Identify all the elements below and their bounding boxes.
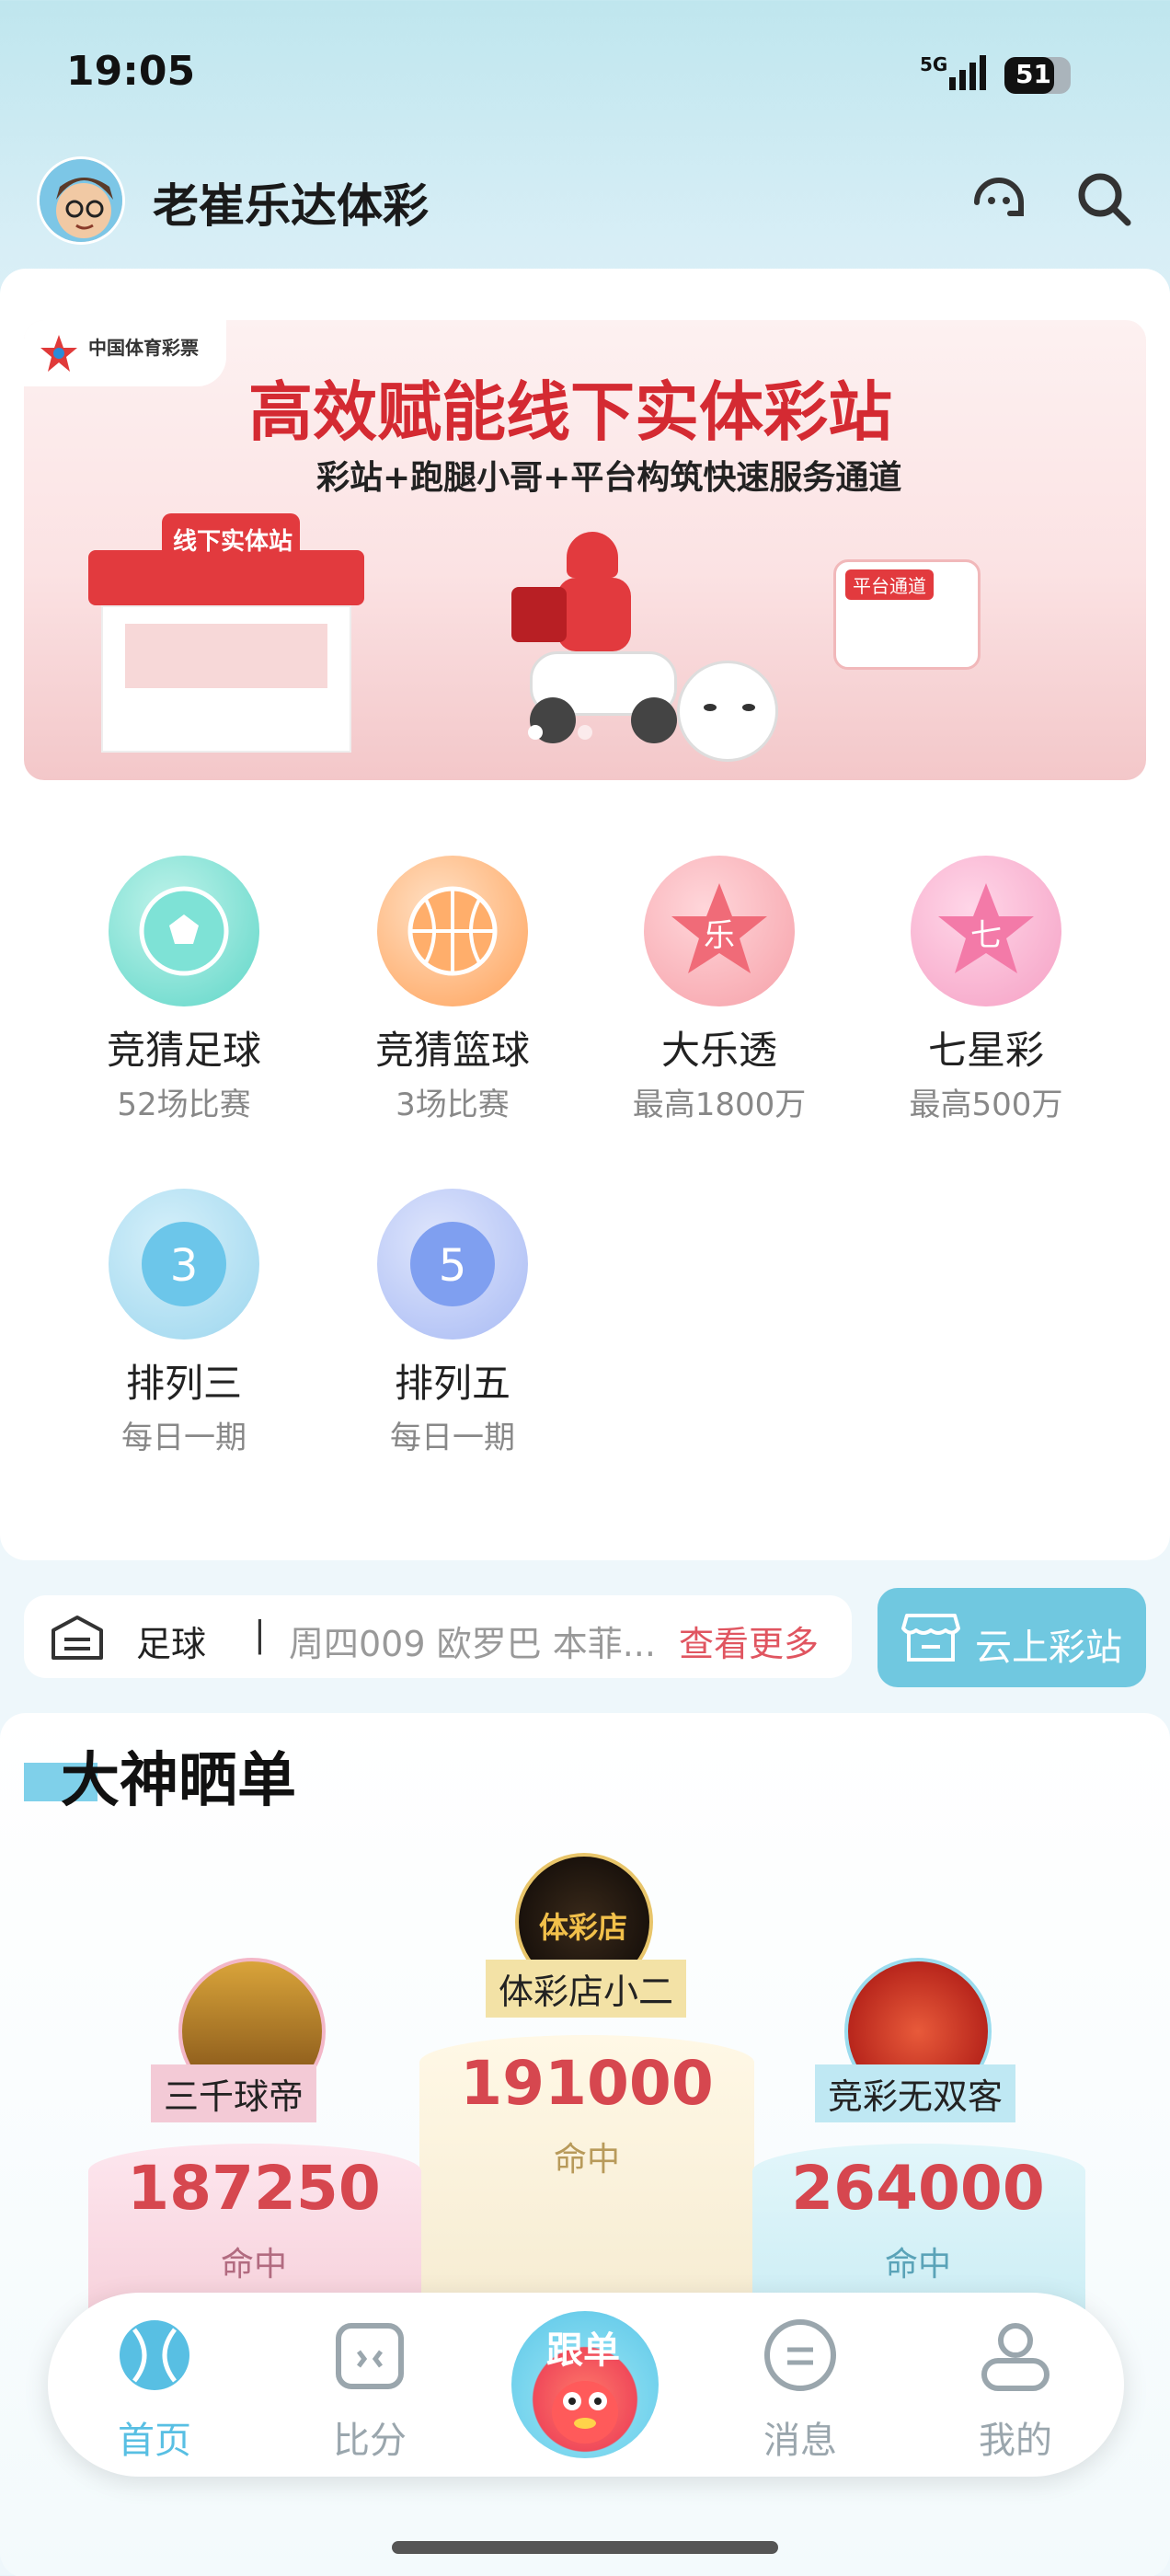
home-indicator[interactable] — [392, 2541, 778, 2554]
store-avatar[interactable] — [37, 156, 125, 245]
store-kiosk: 线下实体站 — [88, 513, 364, 753]
game-desc: 最高500万 — [909, 1087, 1063, 1123]
home-ball-icon — [120, 2320, 189, 2390]
customer-service-icon[interactable] — [966, 166, 1032, 232]
game-desc: 3场比赛 — [396, 1087, 510, 1123]
game-desc: 每日一期 — [121, 1420, 247, 1456]
battery-level: 51 — [1015, 59, 1051, 89]
message-icon — [764, 2319, 836, 2391]
winner-name: 竞彩无双客 — [815, 2064, 1016, 2122]
tab-label: 首页 — [118, 2420, 191, 2462]
follow-bet-button[interactable]: 跟单 — [511, 2311, 659, 2458]
status-time: 19:05 — [66, 48, 196, 95]
platform-sign: 平台通道 — [845, 569, 934, 600]
notice-category: 足球 — [136, 1624, 207, 1664]
game-super-lotto[interactable]: 乐 大乐透 最高1800万 — [609, 856, 830, 1124]
tab-label: 我的 — [979, 2420, 1052, 2462]
tab-label: 消息 — [763, 2420, 837, 2462]
winner-amount: 191000 — [460, 2048, 714, 2119]
battery-icon: 51 — [1004, 57, 1071, 94]
winner-amount: 264000 — [791, 2153, 1045, 2224]
platform-screen: 平台通道 — [833, 559, 981, 670]
mascot-icon — [552, 2381, 618, 2444]
shop-name: 老崔乐达体彩 — [153, 179, 429, 233]
signal-icon — [949, 55, 986, 90]
svg-text:七: 七 — [970, 917, 1002, 954]
game-pick-three[interactable]: 3 排列三 每日一期 — [74, 1189, 294, 1457]
game-pick-five[interactable]: 5 排列五 每日一期 — [342, 1189, 563, 1457]
tab-label: 比分 — [333, 2420, 407, 2462]
tab-mine[interactable]: 我的 — [951, 2317, 1080, 2464]
svg-text:乐: 乐 — [704, 917, 735, 954]
cloud-store-button[interactable]: 云上彩站 — [878, 1588, 1146, 1687]
game-name: 排列五 — [394, 1361, 510, 1406]
game-name: 大乐透 — [660, 1028, 777, 1073]
network-label: 5G — [920, 53, 948, 75]
ball-5-icon: 5 — [377, 1189, 528, 1340]
game-name: 竞猜足球 — [106, 1028, 261, 1073]
winner-name: 三千球帝 — [151, 2064, 317, 2122]
game-desc: 52场比赛 — [117, 1087, 251, 1123]
search-icon[interactable] — [1071, 166, 1137, 232]
profile-icon — [981, 2323, 1050, 2391]
game-name: 七星彩 — [927, 1028, 1044, 1073]
cloud-store-label: 云上彩站 — [975, 1627, 1122, 1669]
game-seven-star[interactable]: 七 七星彩 最高500万 — [876, 856, 1096, 1124]
game-basketball[interactable]: 竞猜篮球 3场比赛 — [342, 856, 563, 1124]
banner-dot[interactable] — [578, 725, 592, 740]
match-notice-bar[interactable]: 足球 | 周四009 欧罗巴 本菲... 查看更多 — [24, 1595, 852, 1678]
game-name: 竞猜篮球 — [374, 1028, 530, 1073]
notice-separator: | — [254, 1614, 266, 1654]
banner-dot-active[interactable] — [528, 725, 543, 740]
winner-hit-label: 命中 — [884, 2246, 951, 2283]
game-desc: 最高1800万 — [632, 1087, 807, 1123]
game-desc: 每日一期 — [390, 1420, 515, 1456]
status-bar: 19:05 5G 51 — [0, 0, 1170, 147]
winner-name: 体彩店小二 — [486, 1960, 687, 2018]
notice-icon — [52, 1616, 103, 1660]
store-icon — [901, 1614, 960, 1662]
star-le-icon: 乐 — [644, 856, 795, 1006]
game-name: 排列三 — [125, 1361, 242, 1406]
winner-hit-label: 命中 — [553, 2141, 620, 2179]
winner-amount: 187250 — [127, 2153, 381, 2224]
winner-hit-label: 命中 — [220, 2246, 287, 2283]
tab-score[interactable]: 比分 — [305, 2317, 434, 2464]
scoreboard-icon — [336, 2323, 404, 2389]
game-soccer[interactable]: 竞猜足球 52场比赛 — [74, 856, 294, 1124]
tab-messages[interactable]: 消息 — [736, 2317, 865, 2464]
basketball-icon — [377, 856, 528, 1006]
svg-text:5: 5 — [439, 1240, 467, 1292]
banner-subtitle: 彩站+跑腿小哥+平台构筑快速服务通道 — [316, 459, 902, 497]
banner-title: 高效赋能线下实体彩站 — [248, 374, 892, 450]
promo-banner[interactable]: 中国体育彩票 高效赋能线下实体彩站 彩站+跑腿小哥+平台构筑快速服务通道 线下实… — [24, 320, 1146, 780]
star-qi-icon: 七 — [911, 856, 1061, 1006]
soccer-ball-icon — [109, 856, 259, 1006]
ball-3-icon: 3 — [109, 1189, 259, 1340]
notice-text: 周四009 欧罗巴 本菲... — [289, 1624, 656, 1664]
lottery-logo: 中国体育彩票 — [24, 320, 226, 386]
svg-text:3: 3 — [170, 1240, 199, 1292]
store-sign: 线下实体站 — [173, 528, 293, 556]
delivery-rider — [511, 532, 695, 753]
tab-home[interactable]: 首页 — [90, 2317, 219, 2464]
section-title: 大神晒单 — [61, 1747, 296, 1815]
panda-mascot — [677, 661, 778, 762]
view-more-link[interactable]: 查看更多 — [679, 1616, 819, 1666]
